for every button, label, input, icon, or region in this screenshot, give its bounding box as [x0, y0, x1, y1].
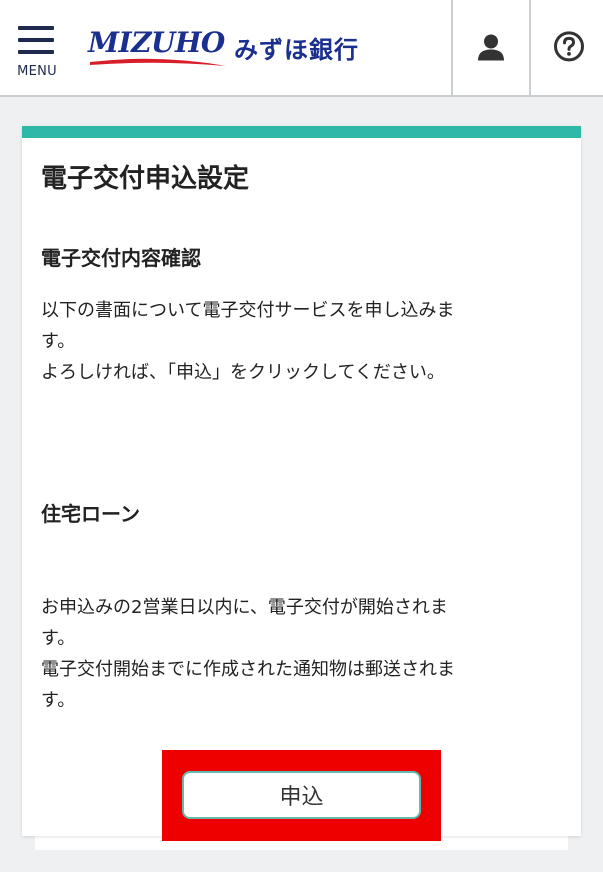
text-line: お申込みの2営業日以内に、電子交付が開始されま: [41, 597, 448, 618]
text-line: す。: [41, 331, 76, 352]
mizuho-logo[interactable]: MIZUHO みずほ銀行: [88, 22, 438, 76]
apply-button[interactable]: 申込: [182, 771, 421, 819]
site-header: MENU MIZUHO みずほ銀行: [0, 0, 603, 97]
confirm-description: 以下の書面について電子交付サービスを申し込みま す。 よろしければ、「申込」をク…: [41, 295, 566, 388]
logo-wordmark: MIZUHO: [88, 26, 225, 59]
text-line: よろしければ、「申込」をクリックしてください。: [41, 362, 445, 383]
content-card: 電子交付申込設定 電子交付内容確認 以下の書面について電子交付サービスを申し込み…: [22, 126, 581, 841]
logo-swoosh-icon: [90, 58, 226, 66]
section-heading-confirm: 電子交付内容確認: [41, 246, 201, 270]
text-line: す。: [41, 690, 76, 711]
text-line: す。: [41, 628, 76, 649]
section-heading-housing-loan: 住宅ローン: [41, 502, 140, 526]
user-icon: [478, 34, 504, 60]
help-icon: [554, 30, 584, 61]
menu-label: MENU: [17, 64, 57, 79]
housing-loan-description: お申込みの2営業日以内に、電子交付が開始されま す。 電子交付開始までに作成され…: [41, 592, 566, 716]
text-line: 以下の書面について電子交付サービスを申し込みま: [41, 300, 455, 321]
logo-bank-name: みずほ銀行: [234, 36, 359, 64]
menu-button[interactable]: MENU: [8, 22, 66, 84]
help-button[interactable]: [529, 0, 603, 95]
page-title: 電子交付申込設定: [41, 164, 250, 194]
text-line: 電子交付開始までに作成された通知物は郵送されま: [41, 659, 455, 680]
account-button[interactable]: [451, 0, 529, 95]
